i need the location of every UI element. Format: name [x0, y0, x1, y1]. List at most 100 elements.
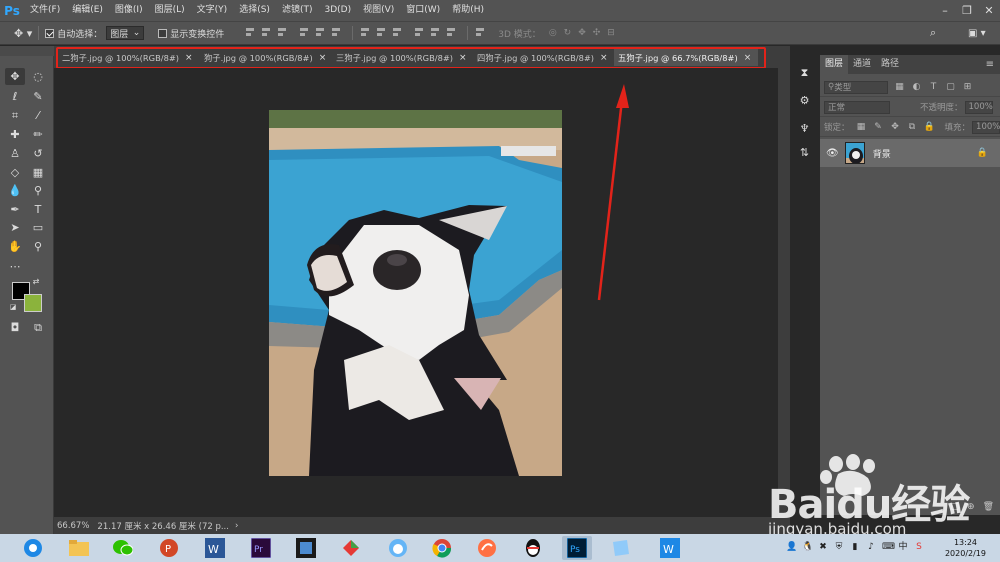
- history-panel-icon[interactable]: ⧗: [797, 65, 812, 80]
- move-tool-preset-icon[interactable]: ✥ ▾: [14, 27, 32, 40]
- healing-brush-tool-icon[interactable]: ✚: [5, 126, 25, 143]
- ime-indicator[interactable]: 中: [898, 541, 908, 553]
- lock-artboard-icon[interactable]: ⧉: [907, 122, 918, 132]
- zoom-tool-icon[interactable]: ⚲: [28, 238, 48, 255]
- panel-menu-icon[interactable]: ≡: [986, 55, 994, 74]
- app-icon-note[interactable]: [606, 536, 636, 560]
- menu-3d[interactable]: 3D(D): [318, 0, 357, 21]
- file-explorer-icon[interactable]: [64, 536, 94, 560]
- menu-file[interactable]: 文件(F): [24, 0, 66, 21]
- tray-network-off-icon[interactable]: ✖: [818, 541, 828, 553]
- eraser-tool-icon[interactable]: ◇: [5, 164, 25, 181]
- filter-shape-icon[interactable]: ▢: [945, 82, 956, 92]
- distribute-vcenter-icon[interactable]: [375, 26, 387, 38]
- history-brush-tool-icon[interactable]: ↺: [28, 145, 48, 162]
- rectangle-tool-icon[interactable]: ▭: [28, 219, 48, 236]
- clone-stamp-tool-icon[interactable]: ♙: [5, 145, 25, 162]
- vertical-scrollbar[interactable]: [778, 46, 790, 517]
- screen-mode-icon[interactable]: ⧉: [28, 319, 48, 336]
- powerpoint-icon[interactable]: P: [154, 536, 184, 560]
- filter-kind-dropdown[interactable]: ⚲ 类型: [824, 80, 888, 94]
- lock-all-icon[interactable]: 🔒: [924, 122, 935, 132]
- align-top-icon[interactable]: [244, 26, 256, 38]
- distribute-right-icon[interactable]: [445, 26, 457, 38]
- tray-qq-icon[interactable]: 🐧: [802, 541, 813, 553]
- minimize-icon[interactable]: –: [934, 0, 956, 21]
- align-right-icon[interactable]: [330, 26, 342, 38]
- premiere-icon[interactable]: Pr: [246, 536, 276, 560]
- filter-type-icon[interactable]: T: [928, 82, 939, 92]
- tray-security-icon[interactable]: ⛨: [834, 541, 844, 553]
- dodge-tool-icon[interactable]: ⚲: [28, 182, 48, 199]
- layer-name[interactable]: 背景: [873, 147, 891, 160]
- hand-tool-icon[interactable]: ✋: [5, 238, 25, 255]
- align-bottom-icon[interactable]: [276, 26, 288, 38]
- lasso-tool-icon[interactable]: ℓ: [5, 88, 25, 105]
- filter-pixel-icon[interactable]: ▦: [894, 82, 905, 92]
- chrome-icon[interactable]: [427, 536, 457, 560]
- eye-icon[interactable]: 👁: [826, 148, 839, 159]
- canvas-area[interactable]: [54, 68, 778, 517]
- filter-adjust-icon[interactable]: ◐: [911, 82, 922, 92]
- fill-field[interactable]: 100%: [972, 120, 1000, 134]
- menu-help[interactable]: 帮助(H): [446, 0, 490, 21]
- tab-layers[interactable]: 图层: [820, 55, 849, 74]
- brush-tool-icon[interactable]: ✏: [28, 126, 48, 143]
- menu-window[interactable]: 窗口(W): [400, 0, 446, 21]
- menu-filter[interactable]: 滤镜(T): [276, 0, 319, 21]
- align-left-icon[interactable]: [298, 26, 310, 38]
- pen-tool-icon[interactable]: ✒: [5, 201, 25, 218]
- restore-icon[interactable]: ❐: [956, 0, 978, 21]
- distribute-left-icon[interactable]: [413, 26, 425, 38]
- close-icon[interactable]: ✕: [978, 0, 1000, 21]
- app-icon-red[interactable]: [336, 536, 366, 560]
- start-button-icon[interactable]: [16, 536, 50, 560]
- sogou-icon[interactable]: S: [914, 541, 924, 553]
- search-icon[interactable]: ⌕: [930, 26, 936, 40]
- auto-select-checkbox[interactable]: [45, 28, 55, 38]
- auto-select-dropdown[interactable]: 图层 ⌄: [106, 26, 145, 40]
- tab-paths[interactable]: 路径: [876, 55, 904, 74]
- marquee-tool-icon[interactable]: ◌: [28, 68, 48, 85]
- workspace-icon[interactable]: ▣ ▾: [968, 28, 986, 39]
- crop-tool-icon[interactable]: ⌗: [5, 107, 25, 124]
- actions-panel-icon[interactable]: ♆: [797, 121, 812, 136]
- blur-tool-icon[interactable]: 💧: [5, 182, 25, 199]
- photoshop-taskbar-icon[interactable]: Ps: [562, 536, 592, 560]
- distribute-top-icon[interactable]: [359, 26, 371, 38]
- tray-keyboard-icon[interactable]: ⌨: [882, 541, 895, 553]
- toolbar-grip[interactable]: [0, 46, 54, 56]
- eyedropper-tool-icon[interactable]: ⁄: [28, 107, 48, 124]
- app-icon-orange[interactable]: [472, 536, 502, 560]
- properties-panel-icon[interactable]: ⚙: [797, 93, 812, 108]
- status-menu-arrow-icon[interactable]: ›: [235, 521, 238, 531]
- 3d-mode-icons[interactable]: ◎↻✥✣⊟: [549, 28, 622, 38]
- word-icon[interactable]: W: [200, 536, 230, 560]
- show-transform-checkbox[interactable]: [158, 28, 168, 38]
- align-vcenter-icon[interactable]: [260, 26, 272, 38]
- lock-position-icon[interactable]: ✥: [890, 122, 901, 132]
- distribute-hcenter-icon[interactable]: [429, 26, 441, 38]
- app-icon-bird[interactable]: [383, 536, 413, 560]
- swap-colors-icon[interactable]: ⇄: [30, 276, 42, 286]
- default-colors-icon[interactable]: ◪: [8, 302, 18, 312]
- menu-edit[interactable]: 编辑(E): [66, 0, 109, 21]
- tab-channels[interactable]: 通道: [848, 55, 876, 74]
- menu-view[interactable]: 视图(V): [357, 0, 400, 21]
- video-editor-icon[interactable]: [291, 536, 321, 560]
- more-tools-icon[interactable]: ⋯: [5, 258, 25, 275]
- quick-mask-icon[interactable]: ◘: [5, 319, 25, 336]
- layer-row[interactable]: 👁 背景 🔒: [820, 139, 1000, 167]
- path-select-tool-icon[interactable]: ➤: [5, 219, 25, 236]
- lock-transparent-icon[interactable]: ▦: [856, 122, 867, 132]
- align-hcenter-icon[interactable]: [314, 26, 326, 38]
- blend-mode-dropdown[interactable]: 正常: [824, 100, 890, 114]
- wechat-icon[interactable]: [108, 536, 138, 560]
- type-tool-icon[interactable]: T: [28, 201, 48, 218]
- tray-signal-icon[interactable]: ▮: [850, 541, 860, 553]
- menu-type[interactable]: 文字(Y): [191, 0, 234, 21]
- gradient-tool-icon[interactable]: ▦: [28, 164, 48, 181]
- tray-volume-icon[interactable]: ♪: [866, 541, 876, 553]
- qq-icon[interactable]: [518, 536, 548, 560]
- auto-align-icon[interactable]: [474, 26, 486, 38]
